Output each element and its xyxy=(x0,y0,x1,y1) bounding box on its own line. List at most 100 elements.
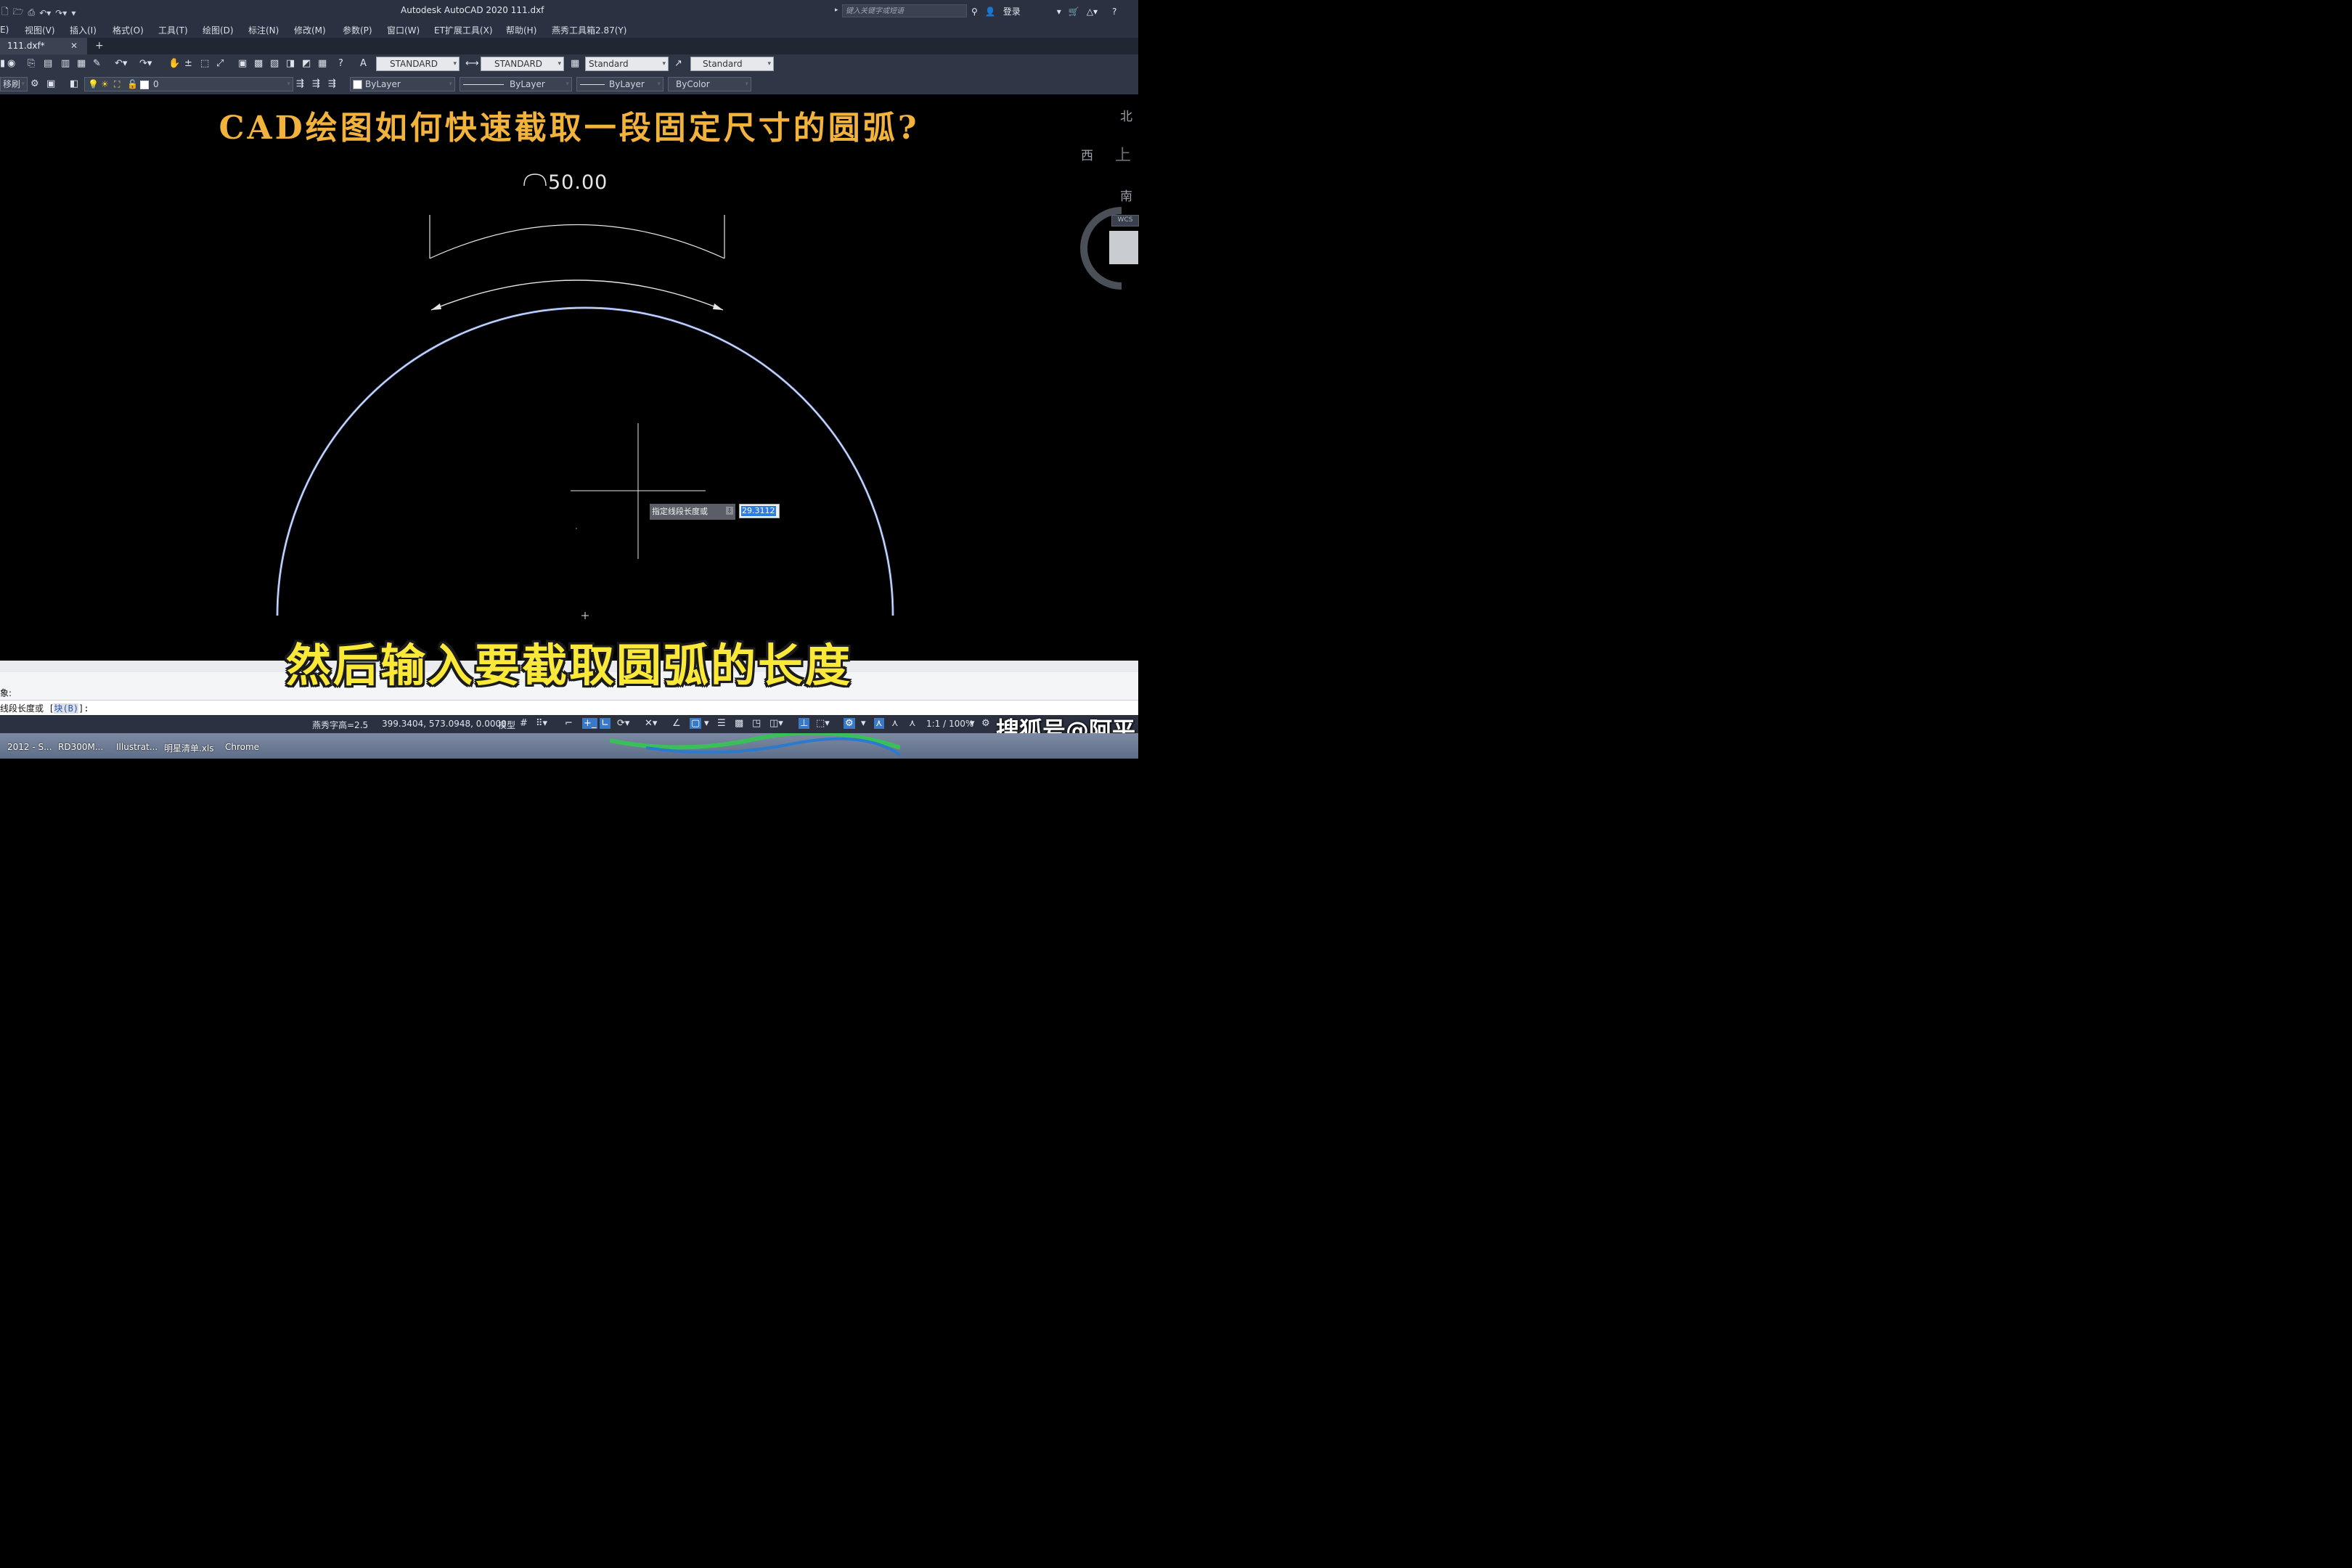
text-style-select[interactable]: STANDARD ▾ xyxy=(376,57,460,71)
drawing-canvas[interactable]: 50.00 北 西 南 上 WCS xyxy=(0,94,1139,661)
polar-tracking-icon[interactable]: ⟳▾ xyxy=(617,718,629,729)
menu-item-window[interactable]: 窗口(W) xyxy=(387,24,420,36)
help-button[interactable]: ? xyxy=(1112,7,1116,17)
mleader-style-select[interactable]: Standard ▾ xyxy=(690,57,774,71)
undo-icon[interactable]: ↶▾ xyxy=(115,58,127,69)
help-icon[interactable]: ? xyxy=(338,58,343,69)
paste-icon[interactable]: ▤ xyxy=(44,58,52,69)
workspace-gear-icon[interactable]: ⚙ xyxy=(981,718,990,729)
open-file-icon[interactable]: 🗁 xyxy=(13,5,24,20)
login-button[interactable]: 登录 xyxy=(1003,5,1021,17)
block-editor-icon[interactable]: ✎ xyxy=(93,58,101,69)
autodesk-app-icon[interactable]: △▾ xyxy=(1087,7,1098,17)
zoom-realtime-icon[interactable]: ± xyxy=(184,58,192,69)
text-height-status[interactable]: 燕秀字高=2.5 xyxy=(312,719,368,731)
dynamic-input-options-icon[interactable]: ⇩ xyxy=(726,507,733,515)
infer-constraints-icon[interactable]: ⌐ xyxy=(565,718,573,729)
ortho-icon[interactable]: ∟ xyxy=(600,718,611,729)
snap-icon[interactable]: ⠿▾ xyxy=(536,718,547,729)
auto-scale-icon[interactable]: ⋏ xyxy=(891,718,899,729)
command-line[interactable]: 线段长度或 [块(B)]: xyxy=(0,700,1138,715)
taskbar-item[interactable]: 2012 - S... xyxy=(7,742,52,752)
object-snap-icon[interactable]: ▢ xyxy=(690,718,702,729)
menu-item-dimension[interactable]: 标注(N) xyxy=(248,24,279,36)
print-icon[interactable]: ⎙ xyxy=(28,7,36,18)
osnap-dropdown-icon[interactable]: ▾ xyxy=(704,718,709,729)
redo-icon[interactable]: ↷▾ xyxy=(139,58,152,69)
sheet-set-icon[interactable]: ◨ xyxy=(286,58,295,69)
layer-select[interactable]: 💡 ☀ ⛶ 🔓 0 ▾ xyxy=(84,77,293,91)
customize-icon[interactable]: ▾ xyxy=(71,8,75,18)
annotation-scale-icon[interactable]: ⋏ xyxy=(909,718,916,729)
annotation-scale-value[interactable]: 1:1 / 100% xyxy=(926,719,973,729)
calculator-icon[interactable]: ▦ xyxy=(318,58,327,69)
lineweight-icon[interactable]: ☰ xyxy=(717,718,726,729)
zoom-previous-icon[interactable]: ⤢ xyxy=(216,58,224,69)
design-center-icon[interactable]: ▩ xyxy=(254,58,263,69)
menu-item-yanxiu[interactable]: 燕秀工具箱2.87(Y) xyxy=(552,24,626,36)
menu-item-modify[interactable]: 修改(M) xyxy=(294,24,326,36)
user-icon[interactable]: 👤 xyxy=(985,7,996,17)
taskbar-item[interactable]: RD300M... xyxy=(58,742,103,752)
make-current-icon[interactable]: ⇶ xyxy=(296,78,304,89)
menu-item-et-tools[interactable]: ET扩展工具(X) xyxy=(434,24,493,36)
undo-icon[interactable]: ↶▾ xyxy=(39,8,51,18)
workspace-select[interactable]: 移刷 ▾ xyxy=(0,77,28,91)
linetype-select[interactable]: ByLayer ▾ xyxy=(460,77,572,91)
transparency-icon[interactable]: ▩ xyxy=(735,718,743,729)
properties-icon[interactable]: ▣ xyxy=(238,58,247,69)
layer-previous-icon[interactable]: ⇶ xyxy=(328,78,336,89)
menu-item-insert[interactable]: 插入(I) xyxy=(70,24,97,36)
dropdown-icon[interactable]: ▾ xyxy=(1057,7,1061,17)
layer-match-icon[interactable]: ⇶ xyxy=(312,78,320,89)
viewcube-face[interactable] xyxy=(1109,231,1138,264)
add-tab-icon[interactable]: + xyxy=(95,40,104,52)
paste-special-icon[interactable]: ▥ xyxy=(61,58,70,69)
selection-filter-icon[interactable]: ⬚▾ xyxy=(816,718,830,729)
wcs-menu[interactable]: WCS xyxy=(1111,215,1139,226)
grid-icon[interactable]: # xyxy=(520,718,528,729)
search-expand-icon[interactable]: ▸ xyxy=(835,7,838,14)
taskbar-item[interactable]: Illustrat... xyxy=(116,742,158,752)
pan-icon[interactable]: ✋ xyxy=(168,58,180,69)
menu-item-parametric[interactable]: 参数(P) xyxy=(343,24,372,36)
table-style-select[interactable]: Standard ▾ xyxy=(585,57,669,71)
menu-item[interactable]: E) xyxy=(0,25,9,35)
annotation-scale-dropdown-icon[interactable]: ▾ xyxy=(970,718,975,729)
menu-item-draw[interactable]: 绘图(D) xyxy=(203,24,234,36)
color-select[interactable]: ByLayer ▾ xyxy=(350,77,455,91)
new-file-icon[interactable]: 🗋 xyxy=(1,5,9,20)
dim-style-select[interactable]: STANDARD ▾ xyxy=(481,57,564,71)
dynamic-input-toggle-icon[interactable]: +_ xyxy=(582,718,598,729)
cart-icon[interactable]: 🛒 xyxy=(1069,7,1079,17)
lineweight-select[interactable]: ByLayer ▾ xyxy=(576,77,663,91)
dynamic-input-field[interactable]: 29.3112 xyxy=(739,504,780,518)
gear-icon[interactable]: ⚙ xyxy=(30,78,39,89)
3d-osnap-icon[interactable]: ◫▾ xyxy=(769,718,783,729)
layer-properties-icon[interactable]: ◧ xyxy=(70,78,78,89)
taskbar-item[interactable]: Chrome xyxy=(225,742,259,752)
tab-document[interactable]: 111.dxf* ✕ xyxy=(0,38,87,54)
isodraft-icon[interactable]: ✕▾ xyxy=(645,718,657,729)
model-space-button[interactable]: 模型 xyxy=(498,719,515,731)
zoom-window-icon[interactable]: ⬚ xyxy=(200,58,209,69)
menu-item-view[interactable]: 视图(V) xyxy=(25,24,55,36)
layer-states-icon[interactable]: ▣ xyxy=(46,78,55,89)
search-input[interactable]: 键入关键字或短语 xyxy=(842,4,967,17)
binoculars-icon[interactable]: ⚲ xyxy=(971,7,978,17)
match-prop-icon[interactable]: ▦ xyxy=(77,58,86,69)
dynamic-ucs-icon[interactable]: ⊥ xyxy=(799,718,810,729)
close-icon[interactable]: ✕ xyxy=(70,38,78,54)
gizmo-dropdown-icon[interactable]: ▾ xyxy=(861,718,866,729)
viewcube-south[interactable]: 南 xyxy=(1120,186,1132,204)
object-snap-tracking-icon[interactable]: ∠ xyxy=(672,718,681,729)
large-arc-selected[interactable] xyxy=(276,306,894,616)
copy-clip-icon[interactable]: ⎘ xyxy=(28,58,35,69)
markup-icon[interactable]: ◩ xyxy=(302,58,311,69)
command-option-block[interactable]: 块(B) xyxy=(54,703,79,714)
redo-icon[interactable]: ↷▾ xyxy=(55,8,67,18)
menu-item-format[interactable]: 格式(O) xyxy=(113,24,144,36)
menu-item-tools[interactable]: 工具(T) xyxy=(158,24,188,36)
plotstyle-select[interactable]: ByColor ▾ xyxy=(668,77,751,91)
taskbar-item[interactable]: 明星清单.xls xyxy=(164,742,214,754)
